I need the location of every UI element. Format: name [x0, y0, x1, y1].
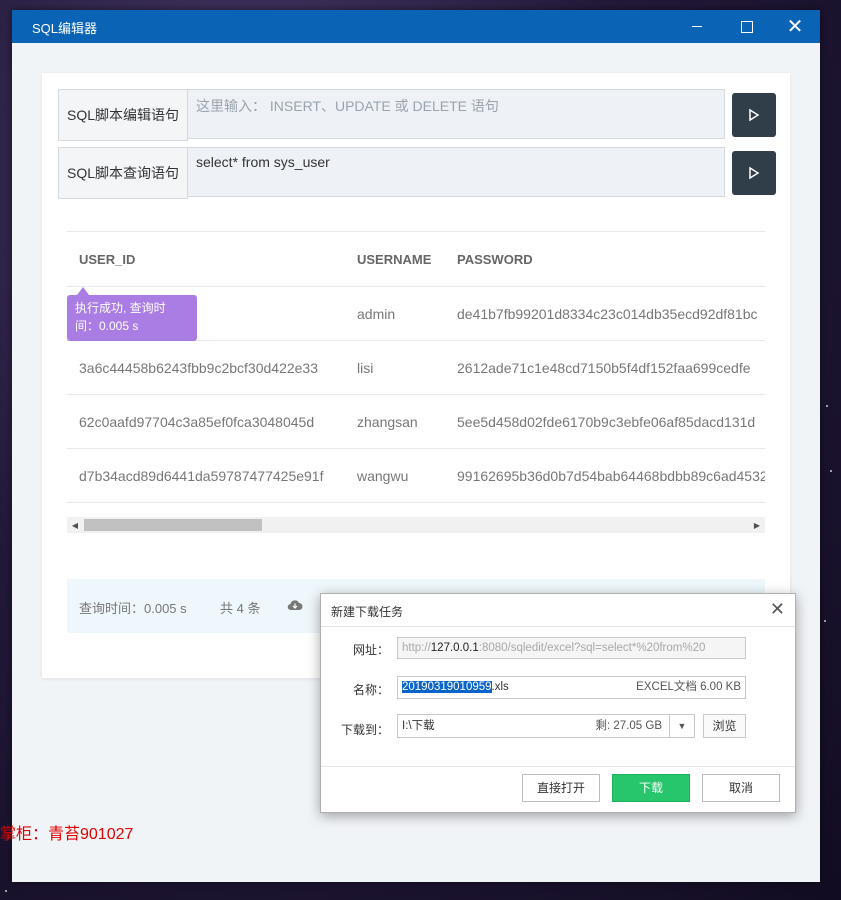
column-header-user-id[interactable]: USER_ID: [67, 231, 345, 287]
horizontal-scrollbar[interactable]: ◀ ▶: [67, 517, 765, 533]
save-to-label: 下载到：: [340, 723, 389, 737]
file-name-selected: 20190319010959: [402, 681, 492, 693]
dialog-close-icon[interactable]: ✕: [770, 600, 785, 618]
file-name-ext: .xls: [491, 681, 509, 693]
author-signature: 掌柜：青苔901027: [0, 826, 134, 843]
maximize-icon: [741, 20, 753, 33]
close-button[interactable]: ✕: [772, 10, 818, 43]
url-prefix: http://: [402, 642, 431, 654]
chevron-down-icon[interactable]: ▼: [669, 715, 694, 737]
url-label: 网址：: [352, 643, 389, 657]
scroll-left-icon[interactable]: ◀: [67, 517, 83, 533]
edit-sql-row: SQL脚本编辑语句: [58, 89, 790, 141]
url-field[interactable]: http://127.0.0.1:8080/sqledit/excel?sql=…: [397, 637, 746, 659]
cell-password: 99162695b36d0b7d54bab64468bdbb89c6ad4532: [445, 448, 765, 503]
url-rest: :8080/sqledit/excel?sql=select*%20from%2…: [478, 642, 706, 654]
column-header-username[interactable]: USERNAME: [345, 231, 445, 287]
file-meta: EXCEL文档 6.00 KB: [636, 681, 741, 693]
cancel-button[interactable]: 取消: [702, 774, 780, 802]
result-table: USER_ID USERNAME PASSWORD admin de41b7fb…: [67, 231, 765, 503]
desktop-star: [824, 620, 826, 622]
save-dir-select[interactable]: I:\下载 剩: 27.05 GB ▼: [397, 714, 695, 738]
title-bar[interactable]: SQL编辑器 ✕: [12, 10, 820, 43]
desktop-star: [5, 890, 7, 892]
edit-sql-input[interactable]: [187, 89, 725, 139]
play-icon: [749, 108, 760, 122]
cloud-download-icon[interactable]: [287, 599, 303, 614]
download-dialog: 新建下载任务 ✕ 网址： http://127.0.0.1:8080/sqled…: [320, 593, 796, 813]
desktop-star: [830, 470, 832, 472]
maximize-button[interactable]: [724, 10, 770, 43]
desktop-star: [826, 405, 828, 407]
cell-password: de41b7fb99201d8334c23c014db35ecd92df81bc: [445, 286, 765, 341]
success-tooltip: 执行成功, 查询时间：0.005 s: [67, 287, 197, 341]
cell-password: 5ee5d458d02fde6170b9c3ebfe06af85dacd131d: [445, 394, 765, 449]
table-row[interactable]: 3a6c44458b6243fbb9c2bcf30d422e33 lisi 26…: [67, 340, 765, 395]
cell-username: admin: [345, 286, 445, 341]
free-space-text: 剩: 27.05 GB: [595, 720, 662, 732]
play-icon: [749, 166, 760, 180]
result-table-wrap: USER_ID USERNAME PASSWORD admin de41b7fb…: [67, 231, 765, 533]
browse-button[interactable]: 浏览: [703, 714, 746, 738]
close-icon: ✕: [786, 16, 804, 38]
name-label: 名称：: [352, 683, 389, 697]
open-directly-button[interactable]: 直接打开: [522, 774, 600, 802]
cell-username: wangwu: [345, 448, 445, 503]
table-row[interactable]: 62c0aafd97704c3a85ef0fca3048045d zhangsa…: [67, 394, 765, 449]
cell-username: zhangsan: [345, 394, 445, 449]
table-row[interactable]: d7b34acd89d6441da59787477425e91f wangwu …: [67, 448, 765, 503]
url-host: 127.0.0.1: [430, 642, 479, 654]
minimize-icon: [692, 26, 702, 27]
query-sql-input[interactable]: select* from sys_user: [187, 147, 725, 197]
run-edit-button[interactable]: [732, 93, 776, 137]
query-sql-row: SQL脚本查询语句 select* from sys_user: [58, 147, 790, 199]
query-time-text: 查询时间：0.005 s: [79, 601, 187, 616]
row-count-text: 共 4 条: [220, 601, 261, 616]
query-sql-label: SQL脚本查询语句: [58, 147, 188, 199]
dialog-title: 新建下载任务: [331, 605, 404, 619]
editor-card: SQL脚本编辑语句 SQL脚本查询语句 select* from sys_use…: [42, 73, 790, 678]
dialog-divider: [321, 626, 795, 627]
column-header-password[interactable]: PASSWORD: [445, 231, 765, 287]
minimize-button[interactable]: [674, 10, 720, 43]
window-title: SQL编辑器: [32, 21, 98, 36]
scroll-right-icon[interactable]: ▶: [749, 517, 765, 533]
cell-password: 2612ade71c1e48cd7150b5f4df152faa699cedfe: [445, 340, 765, 395]
cell-user-id: d7b34acd89d6441da59787477425e91f: [67, 448, 345, 503]
save-dir-value: I:\下载: [402, 720, 435, 732]
edit-sql-label: SQL脚本编辑语句: [58, 89, 188, 141]
download-button[interactable]: 下载: [612, 774, 690, 802]
dialog-footer-divider: [321, 766, 795, 767]
scrollbar-thumb[interactable]: [84, 519, 262, 531]
cell-user-id: 3a6c44458b6243fbb9c2bcf30d422e33: [67, 340, 345, 395]
table-header-row: USER_ID USERNAME PASSWORD: [67, 231, 765, 287]
cell-username: lisi: [345, 340, 445, 395]
cell-user-id: 62c0aafd97704c3a85ef0fca3048045d: [67, 394, 345, 449]
run-query-button[interactable]: [732, 151, 776, 195]
file-name-field[interactable]: 20190319010959.xls EXCEL文档 6.00 KB: [397, 676, 746, 699]
